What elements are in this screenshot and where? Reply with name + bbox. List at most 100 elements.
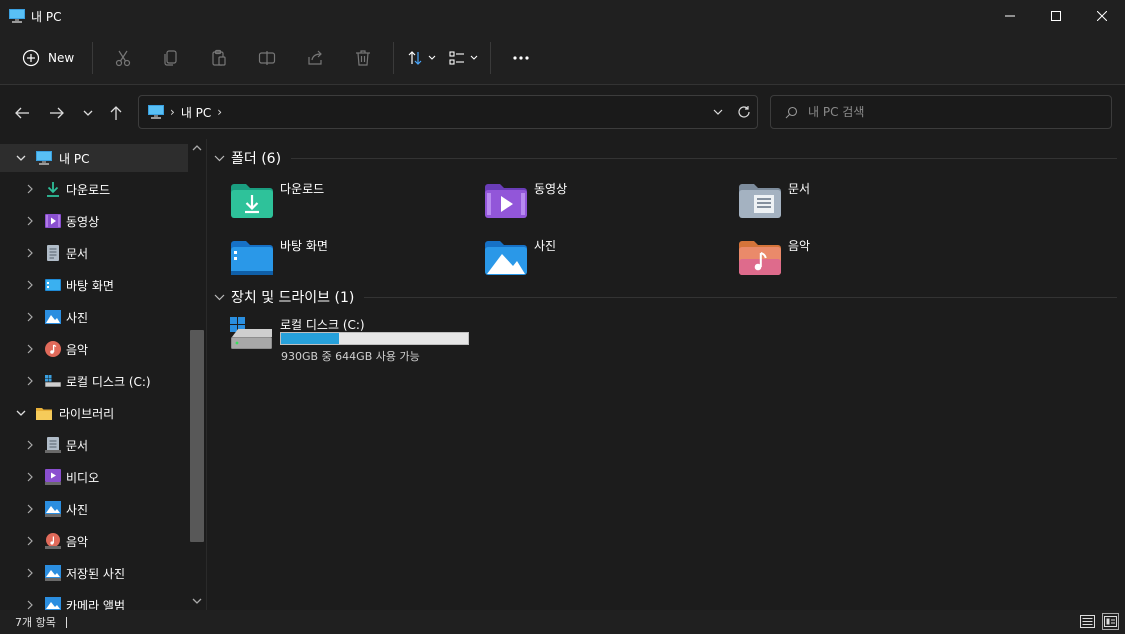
cut-button[interactable] (99, 41, 147, 75)
more-options-button[interactable] (497, 41, 545, 75)
chevron-down-icon[interactable] (15, 152, 27, 164)
sidebar-item-label: 비디오 (66, 470, 100, 485)
folder-tile-downloads[interactable]: 다운로드 (230, 177, 480, 225)
chevron-down-icon[interactable] (713, 109, 723, 116)
view-button[interactable] (442, 41, 484, 75)
breadcrumb-separator-icon[interactable]: › (217, 105, 222, 119)
plus-circle-icon (22, 49, 40, 67)
pictures-icon (45, 501, 61, 517)
chevron-right-icon[interactable] (24, 375, 36, 387)
sidebar-item-saved-pictures[interactable]: 저장된 사진 (0, 559, 188, 587)
sidebar-item-label: 저장된 사진 (66, 566, 126, 581)
folder-tile-pictures[interactable]: 사진 (484, 234, 734, 282)
rename-icon (259, 51, 276, 65)
folder-label: 다운로드 (280, 182, 325, 196)
chevron-right-icon[interactable] (24, 279, 36, 291)
sidebar-scrollbar[interactable] (188, 139, 206, 610)
sidebar-item-pictures[interactable]: 사진 (0, 303, 188, 331)
sidebar-item-label: 라이브러리 (59, 406, 115, 421)
share-button[interactable] (291, 41, 339, 75)
scroll-down-icon[interactable] (192, 596, 202, 606)
chevron-right-icon[interactable] (24, 599, 36, 610)
sidebar-item-downloads[interactable]: 다운로드 (0, 175, 188, 203)
folder-tile-documents[interactable]: 문서 (738, 177, 988, 225)
chevron-right-icon[interactable] (24, 215, 36, 227)
downloads-icon (47, 182, 59, 197)
libraries-icon (36, 408, 52, 420)
scissors-icon (116, 50, 131, 67)
search-box[interactable] (770, 95, 1112, 129)
sidebar-item-music[interactable]: 음악 (0, 335, 188, 363)
music-icon (45, 533, 61, 549)
content-pane: 폴더 (6) 다운로드 동영상 문서 바탕 화면 사진 음악 장치 및 드라이브… (208, 139, 1125, 610)
chevron-right-icon[interactable] (24, 535, 36, 547)
chevron-right-icon[interactable] (24, 183, 36, 195)
delete-button[interactable] (339, 41, 387, 75)
chevron-right-icon[interactable] (24, 247, 36, 259)
search-input[interactable] (808, 105, 1088, 119)
chevron-down-icon[interactable] (214, 294, 225, 301)
back-button[interactable] (12, 103, 32, 123)
chevron-right-icon[interactable] (24, 471, 36, 483)
chevron-right-icon[interactable] (24, 439, 36, 451)
details-view-icon (1080, 615, 1095, 628)
sidebar-item-desktop[interactable]: 바탕 화면 (0, 271, 188, 299)
devices-group-header[interactable]: 장치 및 드라이브 (1) (214, 286, 1117, 308)
folder-label: 음악 (788, 239, 811, 253)
chevron-down-icon (470, 55, 478, 60)
chevron-right-icon[interactable] (24, 503, 36, 515)
folder-tile-desktop[interactable]: 바탕 화면 (230, 234, 480, 282)
folder-label: 바탕 화면 (280, 239, 328, 253)
address-row: › 내 PC › (0, 85, 1125, 139)
sidebar-item-label: 문서 (66, 246, 89, 261)
music-icon (45, 341, 61, 357)
sidebar-item-libraries[interactable]: 라이브러리 (0, 399, 188, 427)
drive-usage-bar (280, 332, 469, 345)
address-bar[interactable]: › 내 PC › (138, 95, 758, 129)
up-button[interactable] (106, 103, 126, 123)
sidebar-item-camera-roll[interactable]: 카메라 앨범 (0, 591, 188, 610)
maximize-button[interactable] (1033, 0, 1079, 32)
downloads-folder-icon (231, 184, 273, 218)
details-view-button[interactable] (1079, 613, 1096, 630)
sidebar-item-library-documents[interactable]: 문서 (0, 431, 188, 459)
folder-tile-videos[interactable]: 동영상 (484, 177, 734, 225)
sidebar-item-documents[interactable]: 문서 (0, 239, 188, 267)
pc-icon (9, 9, 25, 23)
chevron-down-icon (428, 55, 436, 60)
folder-tile-music[interactable]: 음악 (738, 234, 988, 282)
tiles-view-icon (1104, 616, 1117, 627)
paste-button[interactable] (195, 41, 243, 75)
breadcrumb-this-pc[interactable]: 내 PC (181, 104, 211, 121)
refresh-icon[interactable] (737, 105, 751, 119)
recent-locations-button[interactable] (78, 103, 98, 123)
chevron-right-icon[interactable] (24, 567, 36, 579)
copy-button[interactable] (147, 41, 195, 75)
chevron-down-icon[interactable] (15, 407, 27, 419)
drive-tile-local-disk[interactable]: 로컬 디스크 (C:) 930GB 중 644GB 사용 가능 (228, 315, 488, 365)
minimize-button[interactable] (987, 0, 1033, 32)
window-title: 내 PC (31, 9, 62, 24)
tiles-view-button[interactable] (1102, 613, 1119, 630)
chevron-right-icon[interactable] (24, 311, 36, 323)
sidebar-item-local-disk[interactable]: 로컬 디스크 (C:) (0, 367, 188, 395)
chevron-right-icon[interactable] (24, 343, 36, 355)
sidebar-item-library-videos[interactable]: 비디오 (0, 463, 188, 491)
close-button[interactable] (1079, 0, 1125, 32)
group-divider (291, 157, 1117, 159)
sidebar-item-library-music[interactable]: 음악 (0, 527, 188, 555)
rename-button[interactable] (243, 41, 291, 75)
scroll-up-icon[interactable] (192, 143, 202, 153)
breadcrumb-separator-icon[interactable]: › (170, 105, 175, 119)
pc-icon (148, 105, 164, 119)
forward-button[interactable] (47, 103, 67, 123)
sidebar-item-this-pc[interactable]: 내 PC (0, 144, 188, 172)
drive-usage-text: 930GB 중 644GB 사용 가능 (281, 350, 420, 363)
sidebar-item-library-pictures[interactable]: 사진 (0, 495, 188, 523)
chevron-down-icon[interactable] (214, 155, 225, 162)
sidebar-item-videos[interactable]: 동영상 (0, 207, 188, 235)
new-button[interactable]: New (22, 41, 86, 75)
scrollbar-thumb[interactable] (190, 330, 204, 542)
sort-button[interactable] (400, 41, 442, 75)
folders-group-header[interactable]: 폴더 (6) (214, 147, 1117, 169)
